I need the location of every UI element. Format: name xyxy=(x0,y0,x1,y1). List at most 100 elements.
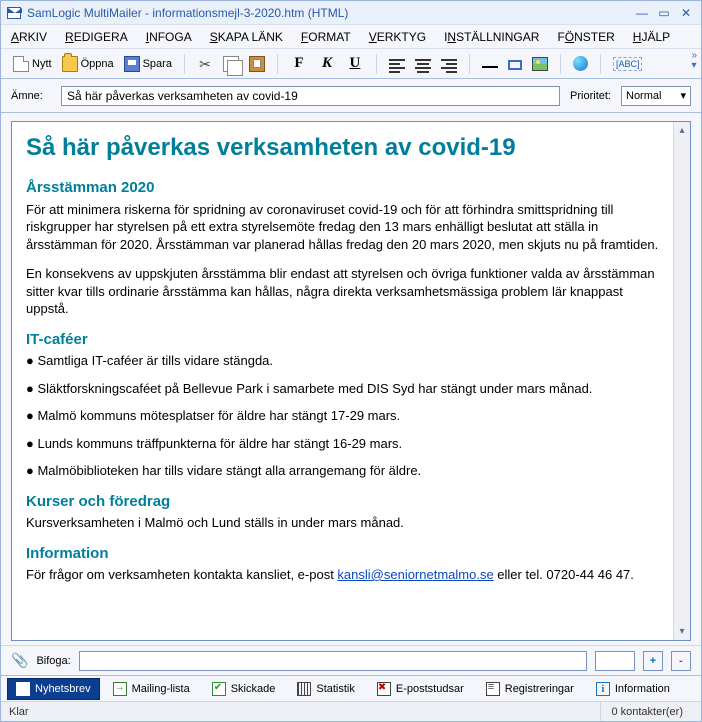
save-label: Spara xyxy=(143,58,172,70)
attach-label: Bifoga: xyxy=(36,655,70,667)
bold-button[interactable]: F xyxy=(286,53,312,75)
box-icon xyxy=(508,60,522,70)
tab-label: E-poststudsar xyxy=(396,683,464,695)
doc-title: Så här påverkas verksamheten av covid-19 xyxy=(26,132,659,164)
attach-input[interactable] xyxy=(79,651,587,671)
tab-information[interactable]: i Information xyxy=(587,678,679,700)
tab-nyhetsbrev[interactable]: Nyhetsbrev xyxy=(7,678,100,700)
menu-skapa-lank[interactable]: SKAPA LÄNK xyxy=(210,30,283,44)
subject-input[interactable] xyxy=(61,86,560,106)
save-disk-icon xyxy=(124,56,140,72)
tab-label: Mailing-lista xyxy=(132,683,190,695)
subject-row: Ämne: Prioritet: Normal ▾ xyxy=(1,79,701,113)
align-left-button[interactable] xyxy=(385,53,409,75)
priority-value: Normal xyxy=(626,90,661,102)
menu-redigera[interactable]: REDIGERA xyxy=(65,30,128,44)
separator xyxy=(469,54,470,74)
menu-arkiv[interactable]: ARKIV xyxy=(11,30,47,44)
menu-hjalp[interactable]: HJÄLP xyxy=(633,30,670,44)
menu-installningar[interactable]: INSTÄLLNINGAR xyxy=(444,30,539,44)
paste-icon xyxy=(249,56,265,72)
registrations-icon xyxy=(486,682,500,696)
tab-mailing-lista[interactable]: Mailing-lista xyxy=(104,678,199,700)
attach-extra-field[interactable] xyxy=(595,651,635,671)
tab-label: Information xyxy=(615,683,670,695)
html-editor[interactable]: Så här påverkas verksamheten av covid-19… xyxy=(12,122,673,640)
open-label: Öppna xyxy=(81,58,114,70)
minimize-button[interactable]: — xyxy=(633,6,651,20)
open-folder-icon xyxy=(62,56,78,72)
align-center-icon xyxy=(415,57,431,71)
priority-label: Prioritet: xyxy=(570,90,611,102)
hr-icon xyxy=(482,66,498,68)
statistics-icon xyxy=(297,682,311,696)
attach-add-button[interactable]: + xyxy=(643,651,663,671)
attach-remove-button[interactable]: - xyxy=(671,651,691,671)
new-button[interactable]: Nytt xyxy=(9,53,56,75)
tab-statistik[interactable]: Statistik xyxy=(288,678,364,700)
toolbar: Nytt Öppna Spara ✂ F K U [ABC] »▾ xyxy=(1,49,701,79)
open-button[interactable]: Öppna xyxy=(58,53,118,75)
info-icon: i xyxy=(596,682,610,696)
abc-icon: [ABC] xyxy=(613,57,643,71)
new-file-icon xyxy=(13,56,29,72)
toolbar-overflow-button[interactable]: »▾ xyxy=(691,51,697,71)
sent-icon xyxy=(212,682,226,696)
scroll-down-icon[interactable]: ▾ xyxy=(674,623,690,640)
section-information-p1: För frågor om verksamheten kontakta kans… xyxy=(26,566,659,584)
menu-verktyg[interactable]: VERKTYG xyxy=(369,30,426,44)
separator xyxy=(277,54,278,74)
paste-button[interactable] xyxy=(245,53,269,75)
tab-label: Nyhetsbrev xyxy=(35,683,91,695)
cut-button[interactable]: ✂ xyxy=(193,53,217,75)
editor-frame: Så här påverkas verksamheten av covid-19… xyxy=(11,121,691,641)
align-right-button[interactable] xyxy=(437,53,461,75)
menubar: ARKIV REDIGERA INFOGA SKAPA LÄNK FORMAT … xyxy=(1,25,701,49)
bullet-1: ● Samtliga IT-caféer är tills vidare stä… xyxy=(26,352,659,370)
image-button[interactable] xyxy=(528,53,552,75)
editor-scrollbar[interactable]: ▴ ▾ xyxy=(673,122,690,640)
spellcheck-button[interactable]: [ABC] xyxy=(609,53,647,75)
tab-skickade[interactable]: Skickade xyxy=(203,678,285,700)
titlebar: SamLogic MultiMailer - informationsmejl-… xyxy=(1,1,701,25)
web-button[interactable] xyxy=(569,53,592,75)
mail-app-icon xyxy=(7,7,21,19)
menu-format[interactable]: FORMAT xyxy=(301,30,351,44)
italic-button[interactable]: K xyxy=(314,53,340,75)
maximize-button[interactable]: ▭ xyxy=(655,6,673,20)
chevron-down-icon: ▾ xyxy=(680,89,686,102)
section-arsstamman-p1: För att minimera riskerna för spridning … xyxy=(26,201,659,254)
subject-label: Ämne: xyxy=(11,90,51,102)
menu-fonster[interactable]: FÖNSTER xyxy=(557,30,614,44)
tab-label: Skickade xyxy=(231,683,276,695)
info-text-post: eller tel. 0720-44 46 47. xyxy=(494,567,634,582)
status-right: 0 kontakter(er) xyxy=(600,702,693,721)
hr-button[interactable] xyxy=(478,53,502,75)
copy-icon xyxy=(223,56,239,72)
priority-select[interactable]: Normal ▾ xyxy=(621,86,691,106)
box-button[interactable] xyxy=(504,53,526,75)
underline-button[interactable]: U xyxy=(342,53,368,75)
contact-email-link[interactable]: kansli@seniornetmalmo.se xyxy=(337,567,493,582)
section-itcafeer-heading: IT-caféer xyxy=(26,330,659,350)
section-kurser-p1: Kursverksamheten i Malmö och Lund ställs… xyxy=(26,514,659,532)
align-center-button[interactable] xyxy=(411,53,435,75)
tab-epoststudsar[interactable]: E-poststudsar xyxy=(368,678,473,700)
image-icon xyxy=(532,57,548,71)
underline-icon: U xyxy=(346,55,364,72)
bounces-icon xyxy=(377,682,391,696)
align-left-icon xyxy=(389,57,405,71)
app-window: SamLogic MultiMailer - informationsmejl-… xyxy=(0,0,702,722)
info-text-pre: För frågor om verksamheten kontakta kans… xyxy=(26,567,337,582)
save-button[interactable]: Spara xyxy=(120,53,176,75)
close-button[interactable]: ✕ xyxy=(677,6,695,20)
bullet-3: ● Malmö kommuns mötesplatser för äldre h… xyxy=(26,407,659,425)
bottom-tabbar: Nyhetsbrev Mailing-lista Skickade Statis… xyxy=(1,675,701,701)
new-label: Nytt xyxy=(32,58,52,70)
menu-infoga[interactable]: INFOGA xyxy=(146,30,192,44)
scroll-up-icon[interactable]: ▴ xyxy=(674,122,690,139)
tab-registreringar[interactable]: Registreringar xyxy=(477,678,583,700)
section-kurser-heading: Kurser och föredrag xyxy=(26,492,659,512)
copy-button[interactable] xyxy=(219,53,243,75)
section-information-heading: Information xyxy=(26,544,659,564)
